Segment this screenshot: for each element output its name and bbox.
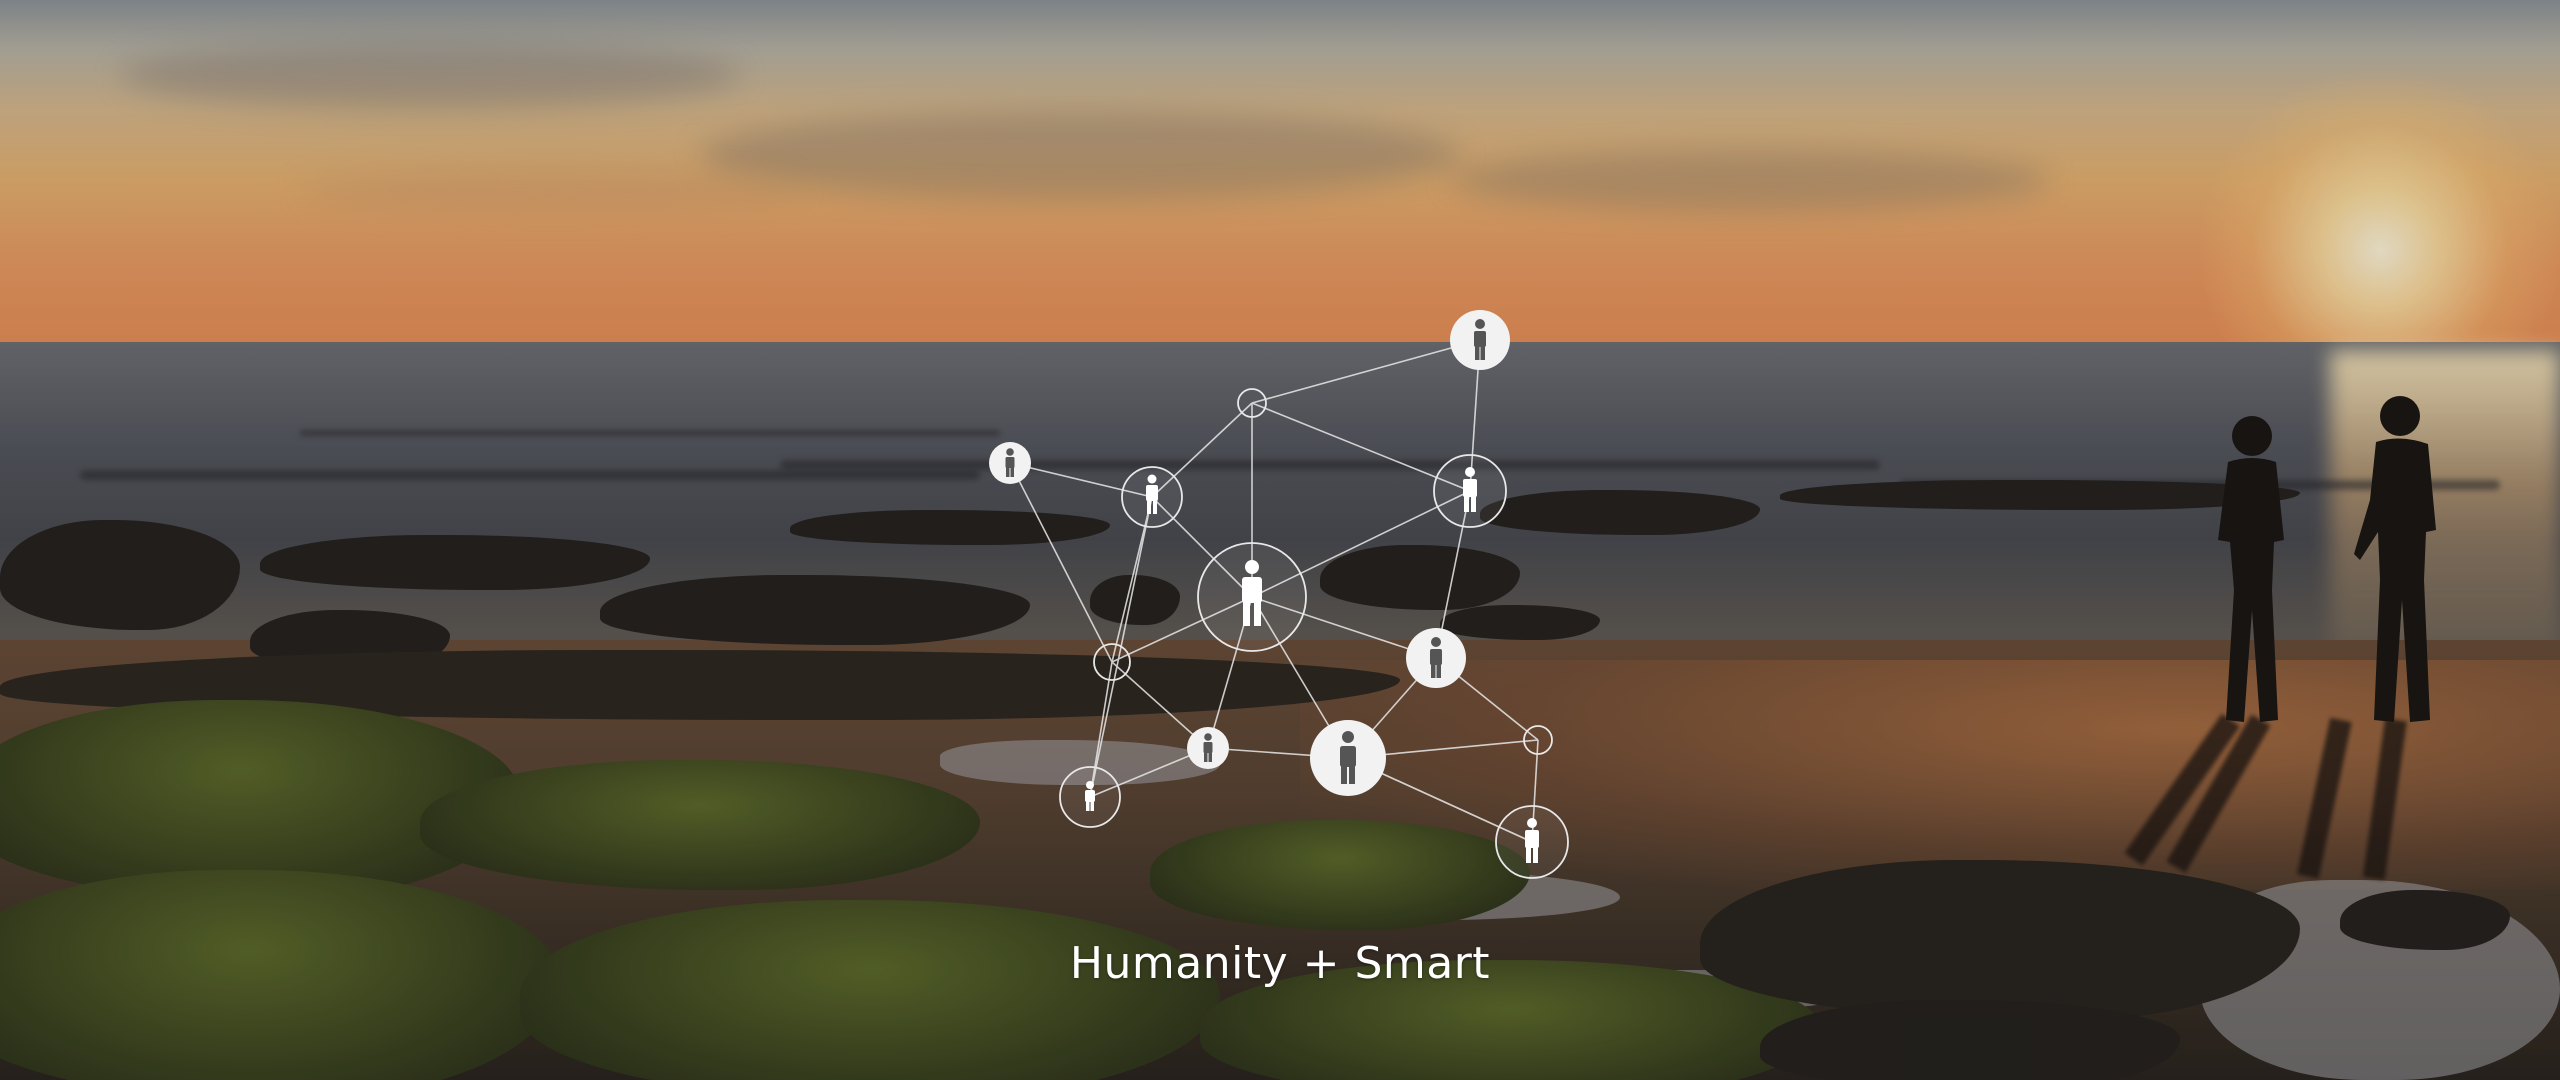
network-node-person-solid [1450,310,1510,370]
network-node-person-solid [989,442,1031,484]
network-node-person-outline [1121,466,1183,528]
network-node-person-outline [1433,454,1507,528]
tagline: Humanity + Smart [1069,938,1491,989]
network-node-person-outline [1495,805,1569,879]
hero-banner: Humanity + Smart [0,0,2560,1080]
network-node-person-solid [1406,628,1466,688]
network-node-person-outline-large [1197,542,1307,652]
network-node-person-outline [1059,766,1121,828]
network-node-person-solid [1187,727,1229,769]
network-node-person-solid-large [1310,720,1386,796]
people-network-graphic [989,310,1569,879]
